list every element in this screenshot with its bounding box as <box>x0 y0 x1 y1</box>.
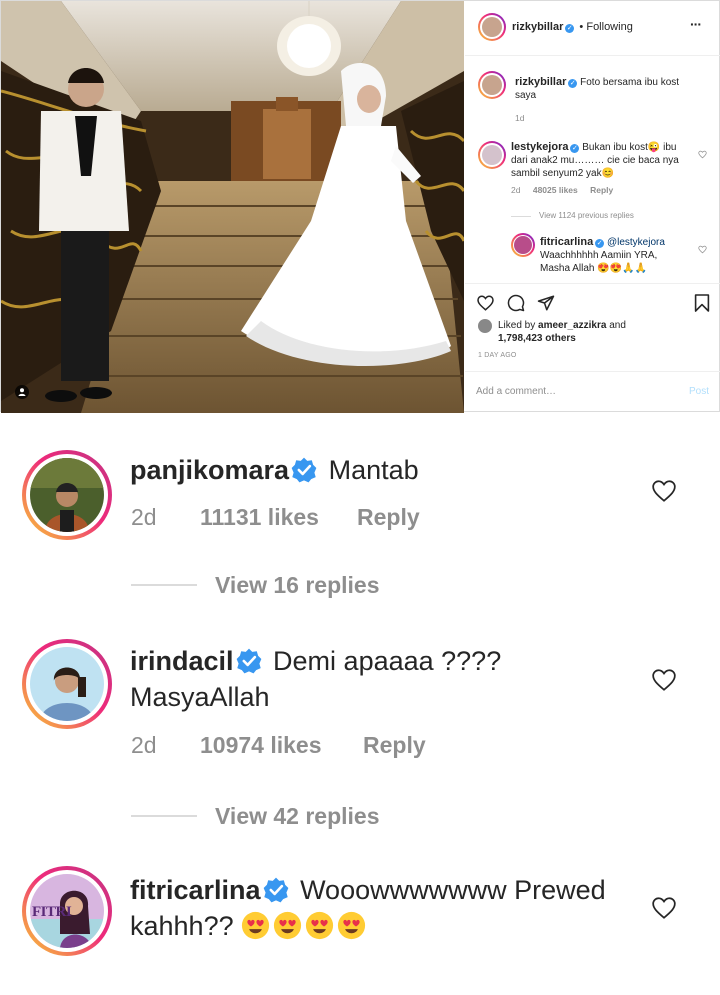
avatar[interactable] <box>478 71 506 99</box>
bookmark-save-icon[interactable] <box>694 293 710 313</box>
comment-likes[interactable]: 48025 likes <box>533 185 578 195</box>
comment-text: panjikomara Mantab <box>130 452 419 488</box>
comment-body-line2: kahhh?? <box>130 911 234 941</box>
liked-by-user[interactable]: ameer_azzikra <box>538 320 606 331</box>
verified-badge-icon <box>263 877 288 903</box>
comment-username[interactable]: fitricarlina <box>130 875 261 905</box>
reply-button[interactable]: Reply <box>590 185 613 195</box>
verified-badge-icon: ✓ <box>570 144 580 153</box>
following-button[interactable]: Following <box>586 21 632 33</box>
add-comment-input[interactable]: Add a comment… <box>476 386 556 397</box>
heart-eyes-emoji-icon <box>242 911 270 940</box>
action-bar <box>465 283 720 323</box>
verified-badge-icon: ✓ <box>565 24 575 33</box>
comment-likes[interactable]: 10974 likes <box>200 732 322 759</box>
likes-count[interactable]: 1,798,423 others <box>498 333 576 344</box>
like-heart-icon[interactable] <box>698 150 707 159</box>
divider <box>131 815 197 817</box>
reply-button[interactable]: Reply <box>357 504 420 531</box>
comment-time: 2d <box>511 185 521 195</box>
avatar[interactable] <box>478 141 506 169</box>
like-heart-icon[interactable] <box>651 895 677 921</box>
avatar[interactable] <box>478 13 506 41</box>
liked-by: Liked by ameer_azzikra and 1,798,423 oth… <box>498 319 713 345</box>
heart-eyes-emoji-icon <box>338 911 366 940</box>
comment-username[interactable]: irindacil <box>130 646 234 676</box>
separator-dot: • <box>579 21 584 33</box>
post-photo[interactable] <box>1 1 464 413</box>
comment-text: irindacil Demi apaaaa ???? MasyaAllah <box>130 643 501 715</box>
reply-mention[interactable]: @lestykejora <box>607 237 665 248</box>
caption-username[interactable]: rizkybillar <box>515 76 566 88</box>
liked-by-prefix: Liked by <box>498 320 536 331</box>
like-heart-icon[interactable] <box>651 667 677 693</box>
verified-badge-icon: ✓ <box>595 239 605 248</box>
comment-body-line2: MasyaAllah <box>130 682 270 712</box>
avatar-photo: FITRI <box>30 874 104 948</box>
view-replies-link[interactable]: View 16 replies <box>215 572 380 599</box>
avatar[interactable] <box>511 233 535 257</box>
wedding-staircase-image <box>1 1 464 413</box>
divider <box>131 584 197 586</box>
comment-username[interactable]: lestykejora <box>511 141 568 153</box>
post-header: rizkybillar ✓ • Following ··· <box>465 1 720 56</box>
comment-text: lestykejora ✓ Bukan ibu kost😜 ibu dari an… <box>511 141 691 180</box>
share-paper-plane-icon[interactable] <box>537 294 555 312</box>
comment-text: fitricarlina Wooowwwwwww Prewed kahhh?? <box>130 872 606 944</box>
avatar[interactable]: FITRI <box>22 866 112 956</box>
heart-eyes-emoji-icon <box>306 911 334 940</box>
reply-username[interactable]: fitricarlina <box>540 236 593 248</box>
avatar-photo <box>30 647 104 721</box>
comment-body: Wooowwwwwww Prewed <box>300 875 606 905</box>
verified-badge-icon <box>291 457 317 483</box>
instagram-post: rizkybillar ✓ • Following ··· rizkybillar… <box>0 0 720 413</box>
post-caption: rizkybillar ✓ Foto bersama ibu kost saya <box>515 76 695 102</box>
comment-body: Mantab <box>328 455 419 485</box>
verified-badge-icon: ✓ <box>568 79 578 88</box>
posted-time: 1 DAY AGO <box>478 352 517 359</box>
divider <box>511 216 531 217</box>
comment-body: Demi apaaaa ???? <box>273 646 502 676</box>
verified-badge-icon <box>236 648 261 674</box>
avatar[interactable] <box>22 450 112 540</box>
comment-bubble-icon[interactable] <box>507 294 525 312</box>
add-comment-bar: Add a comment… Post <box>465 371 720 413</box>
like-heart-icon[interactable] <box>651 478 677 504</box>
reply-body: Waachhhhhh Aamiin YRA, Masha Allah 😍😍🙏🙏 <box>540 250 658 274</box>
comment-likes[interactable]: 11131 likes <box>200 504 319 531</box>
more-options-icon[interactable]: ··· <box>690 16 702 32</box>
post-author-username[interactable]: rizkybillar <box>512 21 563 33</box>
comment-time: 2d <box>131 504 157 530</box>
avatar-photo <box>30 458 104 532</box>
heart-eyes-emoji-icon <box>274 911 302 940</box>
comment-meta: 2d 48025 likes Reply <box>511 185 691 195</box>
caption-time: 1d <box>515 113 525 123</box>
view-previous-replies[interactable]: View 1124 previous replies <box>539 211 634 220</box>
like-heart-icon[interactable] <box>698 245 707 254</box>
reply-button[interactable]: Reply <box>363 732 426 759</box>
post-sidebar: rizkybillar ✓ • Following ··· rizkybillar… <box>465 1 720 413</box>
post-comment-button[interactable]: Post <box>689 386 709 397</box>
avatar[interactable] <box>478 319 492 333</box>
view-replies-link[interactable]: View 42 replies <box>215 803 380 830</box>
comment-time: 2d <box>131 732 157 758</box>
user-tag-icon[interactable] <box>15 385 29 399</box>
like-heart-icon[interactable] <box>476 294 495 312</box>
heart-eyes-emojis <box>241 911 369 941</box>
comment-username[interactable]: panjikomara <box>130 455 289 485</box>
reply-text: fitricarlina ✓ @lestykejora Waachhhhhh Aa… <box>540 236 690 275</box>
avatar[interactable] <box>22 639 112 729</box>
liked-by-suffix: and <box>609 320 626 331</box>
avatar-overlay-text: FITRI <box>32 904 72 920</box>
